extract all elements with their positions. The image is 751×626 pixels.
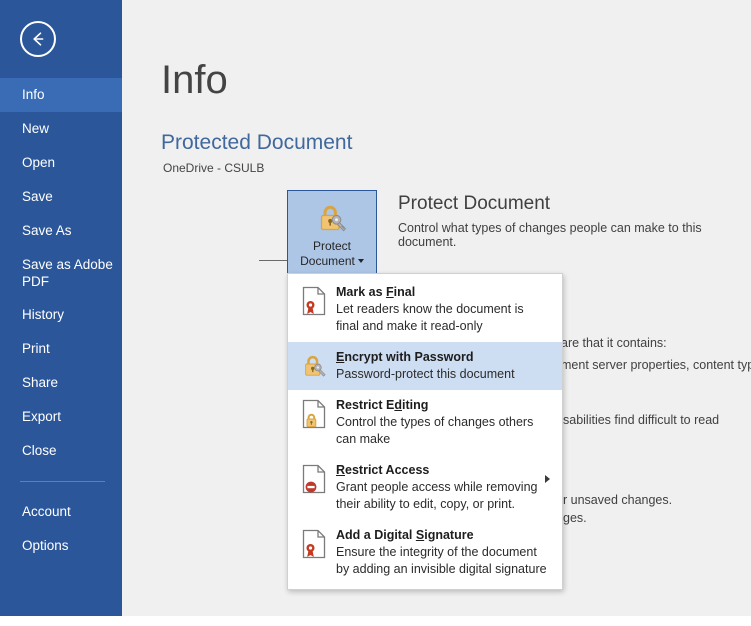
back-arrow-icon[interactable] [20,21,56,57]
sidebar-item-account[interactable]: Account [0,495,122,529]
protect-document-button-label: Protect Document [288,239,376,269]
protect-button-label-line2: Document [300,254,355,268]
protect-document-description: Control what types of changes people can… [398,221,702,249]
protect-button-label-line1: Protect [312,239,351,253]
menu-item-description: Grant people access while removing their… [336,480,538,511]
background-info-line-2: ment server properties, content type inf… [561,358,751,372]
menu-item-description: Password-protect this document [336,367,515,381]
sidebar-item-close[interactable]: Close [0,434,122,468]
background-info-line-1: are that it contains: [561,336,667,350]
menu-item-description: Control the types of changes others can … [336,415,534,446]
menu-item-restrict-access[interactable]: Restrict Access Grant people access whil… [288,455,562,520]
info-pane: Info Protected Document OneDrive - CSULB… [122,0,751,626]
document-ribbon-icon [302,529,328,559]
menu-item-add-digital-signature[interactable]: Add a Digital Signature Ensure the integ… [288,520,562,585]
menu-item-mark-as-final[interactable]: Mark as Final Let readers know the docum… [288,277,562,342]
document-lock-icon [302,399,328,429]
chevron-down-icon[interactable] [357,259,364,264]
menu-item-encrypt-with-password[interactable]: Encrypt with Password Password-protect t… [288,342,562,390]
sidebar-item-share[interactable]: Share [0,366,122,400]
document-ribbon-icon [302,286,328,316]
sidebar-item-info[interactable]: Info [0,78,122,112]
sidebar-item-options[interactable]: Options [0,529,122,563]
lock-and-key-icon [315,201,349,240]
sidebar-item-save-as[interactable]: Save As [0,214,122,248]
sidebar-item-print[interactable]: Print [0,332,122,366]
background-info-line-4: r unsaved changes. [563,493,673,507]
menu-item-title: Mark as Final [336,285,416,299]
menu-item-title: Restrict Editing [336,398,429,412]
submenu-arrow-icon[interactable] [545,475,550,483]
protect-document-menu: Mark as Final Let readers know the docum… [287,273,563,590]
menu-item-title: Encrypt with Password [336,350,474,364]
backstage-sidebar: Info New Open Save Save As Save as Adobe… [0,0,122,626]
sidebar-item-export[interactable]: Export [0,400,122,434]
word-backstage-info-screen: Info New Open Save Save As Save as Adobe… [0,0,751,626]
sidebar-item-save[interactable]: Save [0,180,122,214]
document-no-entry-icon [302,464,328,494]
window-bottom-edge [0,616,751,626]
menu-item-restrict-editing[interactable]: Restrict Editing Control the types of ch… [288,390,562,455]
menu-item-title: Add a Digital Signature [336,528,474,542]
document-name: Protected Document [161,131,353,154]
background-info-line-5: ges. [563,511,587,525]
sidebar-item-open[interactable]: Open [0,146,122,180]
menu-item-description: Ensure the integrity of the document by … [336,545,547,576]
sidebar-divider [20,481,105,482]
background-info-line-3: sabilities find difficult to read [563,413,720,427]
menu-item-description: Let readers know the document is final a… [336,302,524,333]
document-location: OneDrive - CSULB [163,161,265,175]
sidebar-item-save-as-adobe-pdf[interactable]: Save as Adobe PDF [0,248,122,298]
page-title: Info [161,58,228,102]
backstage-nav-list: Info New Open Save Save As Save as Adobe… [0,78,122,563]
sidebar-item-new[interactable]: New [0,112,122,146]
lock-and-key-icon [302,351,328,381]
protect-document-button[interactable]: Protect Document [287,190,377,274]
protect-document-heading: Protect Document [398,193,551,214]
sidebar-item-history[interactable]: History [0,298,122,332]
menu-item-title: Restrict Access [336,463,430,477]
